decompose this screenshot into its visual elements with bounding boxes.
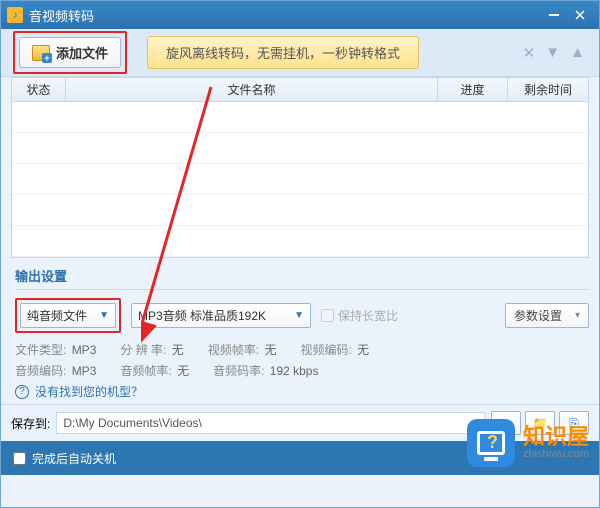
col-status: 状态: [12, 78, 66, 101]
watermark-en: zhishiwu.com: [523, 448, 589, 460]
titlebar: ♪ 音视频转码: [1, 1, 599, 29]
param-settings-button[interactable]: 参数设置 ▾: [505, 303, 589, 328]
auto-shutdown-checkbox[interactable]: [13, 452, 26, 465]
vcodec-lbl: 视频编码:: [300, 343, 351, 357]
folder-add-icon: [32, 45, 50, 61]
watermark-icon: [467, 419, 515, 467]
save-label: 保存到:: [11, 415, 50, 432]
chevron-down-icon: ▼: [99, 310, 109, 321]
acodec-val: MP3: [72, 364, 97, 378]
keep-ratio-checkbox[interactable]: 保持长宽比: [321, 307, 398, 324]
table-row: [12, 226, 588, 257]
table-row: [12, 195, 588, 226]
param-settings-label: 参数设置: [514, 307, 562, 324]
output-format-value: MP3音频 标准品质192K: [138, 307, 266, 324]
abitrate-lbl: 音频码率:: [213, 364, 264, 378]
watermark-text: 知识屋 zhishiwu.com: [523, 426, 589, 460]
vfps-lbl: 视频帧率:: [208, 343, 259, 357]
add-file-button[interactable]: 添加文件: [19, 37, 121, 68]
resolution-lbl: 分 辨 率:: [120, 343, 166, 357]
table-header: 状态 文件名称 进度 剩余时间: [12, 78, 588, 102]
table-body: [12, 102, 588, 257]
vcodec-val: 无: [357, 343, 369, 357]
table-row: [12, 133, 588, 164]
app-logo-icon: ♪: [7, 7, 23, 23]
file-type-lbl: 文件类型:: [15, 343, 66, 357]
abitrate-val: 192 kbps: [270, 364, 319, 378]
resolution-val: 无: [172, 343, 184, 357]
help-link[interactable]: ? 没有找到您的机型？: [15, 383, 589, 400]
output-type-value: 纯音频文件: [27, 307, 87, 324]
col-progress: 进度: [438, 78, 508, 101]
file-table: 状态 文件名称 进度 剩余时间: [11, 77, 589, 258]
highlight-add-file: 添加文件: [13, 31, 127, 74]
highlight-type-select: 纯音频文件 ▼: [15, 298, 121, 333]
move-up-icon[interactable]: ▲: [570, 44, 585, 62]
output-settings: 输出设置 纯音频文件 ▼ MP3音频 标准品质192K ▼ 保持长宽比 参数设置…: [1, 258, 599, 404]
table-row: [12, 164, 588, 195]
meta-row-2: 音频编码: MP3 音频帧率: 无 音频码率: 192 kbps: [15, 362, 589, 379]
file-type-val: MP3: [72, 343, 97, 357]
window-title: 音视频转码: [29, 6, 541, 25]
keep-ratio-input[interactable]: [321, 309, 334, 322]
output-format-select[interactable]: MP3音频 标准品质192K ▼: [131, 303, 311, 328]
toolbar-right-icons: ✕ ▼ ▲: [523, 44, 585, 62]
output-section-title: 输出设置: [15, 266, 589, 290]
output-row-1: 纯音频文件 ▼ MP3音频 标准品质192K ▼ 保持长宽比 参数设置 ▾: [15, 298, 589, 333]
info-banner: 旋风离线转码，无需挂机，一秒钟转格式: [147, 36, 419, 69]
acodec-lbl: 音频编码:: [15, 364, 66, 378]
afps-lbl: 音频帧率:: [120, 364, 171, 378]
col-remain: 剩余时间: [508, 78, 588, 101]
afps-val: 无: [177, 364, 189, 378]
auto-shutdown-label: 完成后自动关机: [32, 450, 116, 467]
watermark-cn: 知识屋: [523, 426, 589, 448]
col-name: 文件名称: [66, 78, 438, 101]
clear-icon[interactable]: ✕: [523, 44, 536, 62]
help-icon: ?: [15, 385, 29, 399]
watermark: 知识屋 zhishiwu.com: [467, 419, 589, 467]
output-type-select[interactable]: 纯音频文件 ▼: [20, 303, 116, 328]
save-path-field[interactable]: D:\My Documents\Videos\: [56, 412, 485, 434]
table-row: [12, 102, 588, 133]
app-window: ♪ 音视频转码 添加文件 旋风离线转码，无需挂机，一秒钟转格式 ✕ ▼ ▲ 状态…: [0, 0, 600, 508]
chevron-down-icon: ▾: [575, 310, 580, 321]
minimize-button[interactable]: [541, 6, 567, 24]
move-down-icon[interactable]: ▼: [545, 44, 560, 62]
vfps-val: 无: [264, 343, 276, 357]
meta-row-1: 文件类型: MP3 分 辨 率: 无 视频帧率: 无 视频编码: 无: [15, 341, 589, 358]
add-file-label: 添加文件: [56, 43, 108, 62]
keep-ratio-label: 保持长宽比: [338, 307, 398, 324]
toolbar: 添加文件 旋风离线转码，无需挂机，一秒钟转格式 ✕ ▼ ▲: [1, 29, 599, 77]
help-text: 没有找到您的机型？: [35, 383, 143, 400]
close-button[interactable]: [567, 6, 593, 24]
chevron-down-icon: ▼: [294, 310, 304, 321]
